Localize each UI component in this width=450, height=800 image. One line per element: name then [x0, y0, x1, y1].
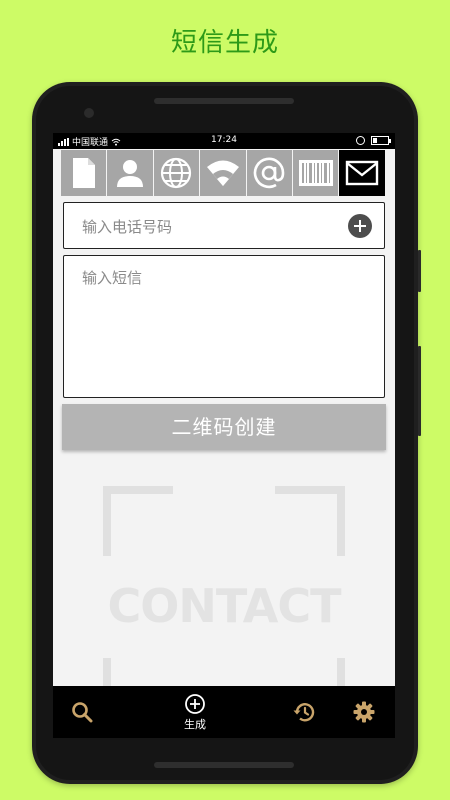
nav-history[interactable] [290, 686, 318, 738]
tab-email[interactable] [246, 150, 292, 196]
sms-text-input[interactable]: 输入短信 [63, 255, 385, 398]
history-icon [293, 703, 315, 722]
volume-button [418, 250, 421, 292]
nav-generate[interactable]: 生成 [173, 686, 217, 738]
type-tab-row [61, 150, 385, 196]
promo-title: 短信生成 [170, 28, 279, 58]
earpiece-speaker [154, 98, 294, 104]
document-icon [72, 158, 95, 188]
status-right [356, 136, 391, 145]
tab-contact[interactable] [107, 150, 153, 196]
tab-url[interactable] [153, 150, 200, 196]
barcode-icon [298, 160, 333, 186]
status-time: 17:24 [211, 135, 237, 145]
tab-barcode[interactable] [292, 150, 339, 196]
nav-settings[interactable] [349, 686, 379, 738]
phone-number-input[interactable]: 输入电话号码 [63, 202, 385, 249]
placeholder-watermark: CONTACT [107, 579, 342, 633]
person-icon [117, 160, 144, 187]
battery-icon [371, 136, 391, 145]
alarm-icon [356, 136, 365, 145]
add-contact-button[interactable] [348, 214, 372, 238]
frame-corner-top-left [103, 486, 173, 556]
phone-number-placeholder: 输入电话号码 [82, 218, 173, 236]
search-icon [72, 702, 93, 723]
envelope-icon [345, 160, 379, 186]
tab-document[interactable] [61, 150, 107, 196]
create-qr-button[interactable]: 二维码创建 [62, 404, 386, 450]
frame-corner-top-right [275, 486, 345, 556]
front-camera [84, 108, 94, 118]
bottom-speaker [154, 762, 294, 768]
tab-wifi[interactable] [200, 150, 246, 196]
at-sign-icon [254, 157, 285, 189]
bottom-navigation: 生成 [53, 686, 395, 738]
power-button [418, 346, 421, 436]
tab-sms[interactable] [339, 150, 385, 196]
nav-scan[interactable] [67, 686, 97, 738]
sms-placeholder: 输入短信 [82, 269, 143, 287]
wifi-icon [206, 160, 239, 186]
add-circle-icon [185, 693, 205, 714]
gear-icon [353, 701, 375, 723]
app-screen: 中国联通 17:24 输入电话号码 输入短信 二维码创建 CONTACT 生成 [53, 133, 395, 738]
globe-icon [161, 157, 192, 189]
nav-generate-label: 生成 [184, 717, 206, 731]
status-bar: 中国联通 17:24 [53, 133, 395, 149]
